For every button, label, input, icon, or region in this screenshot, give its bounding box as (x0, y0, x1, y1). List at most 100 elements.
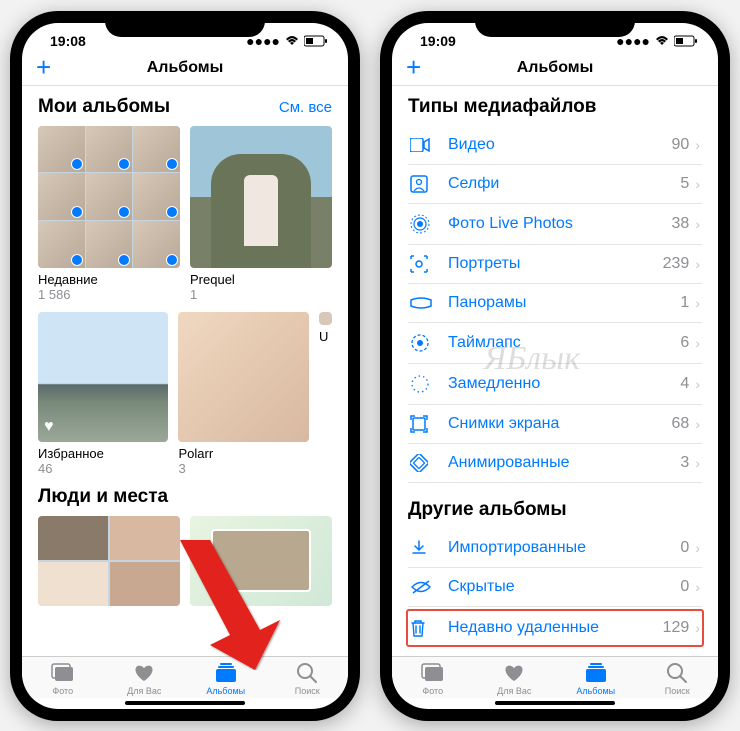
tab-albums[interactable]: Альбомы (185, 661, 267, 696)
hidden-icon (410, 580, 434, 594)
list-row-portrait[interactable]: Портреты239 › (408, 245, 702, 284)
row-label: Недавно удаленные (448, 619, 663, 637)
heart-icon: ♥ (44, 418, 54, 436)
status-time: 19:08 (50, 33, 86, 49)
foryou-icon (503, 661, 525, 685)
see-all-link[interactable]: См. все (279, 99, 332, 116)
search-icon (666, 661, 688, 685)
tab-bar: Фото Для Вас Альбомы Поиск (22, 656, 348, 698)
content-left[interactable]: Мои альбомы См. все Недавние 1 586 Prequ… (22, 86, 348, 656)
section-title: Другие альбомы (408, 499, 567, 521)
slomo-icon (410, 374, 434, 394)
album-prequel[interactable]: Prequel 1 (190, 126, 332, 302)
list-row-trash[interactable]: Недавно удаленные129 › (406, 609, 704, 647)
tab-photos[interactable]: Фото (392, 661, 474, 696)
row-count: 129 (663, 619, 690, 637)
content-right[interactable]: Типы медиафайлов Видео90›Селфи5›Фото Liv… (392, 86, 718, 656)
wifi-icon (654, 35, 670, 47)
add-button[interactable]: + (36, 52, 51, 83)
chevron-icon: › (695, 455, 700, 471)
battery-icon (674, 35, 698, 47)
row-label: Анимированные (448, 454, 680, 472)
chevron-icon: › (695, 256, 700, 272)
nav-bar: + Альбомы (392, 53, 718, 86)
row-label: Панорамы (448, 294, 680, 312)
screen-right: 19:09 ●●●● + Альбомы Типы медиафайлов Ви… (392, 23, 718, 709)
home-indicator[interactable] (495, 701, 615, 705)
list-row-selfie[interactable]: Селфи5› (408, 165, 702, 204)
section-title: Типы медиафайлов (408, 96, 596, 118)
tab-search[interactable]: Поиск (637, 661, 719, 696)
photos-icon (421, 661, 445, 685)
add-button[interactable]: + (406, 52, 421, 83)
row-count: 4 (680, 375, 689, 393)
home-indicator[interactable] (125, 701, 245, 705)
chevron-icon: › (695, 137, 700, 153)
list-row-hidden[interactable]: Скрытые0› (408, 568, 702, 607)
list-row-panorama[interactable]: Панорамы1› (408, 284, 702, 323)
album-partial[interactable]: U (319, 312, 332, 476)
row-label: Портреты (448, 255, 663, 273)
list-row-screenshot[interactable]: Снимки экрана68› (408, 405, 702, 444)
album-row-1: Недавние 1 586 Prequel 1 (38, 126, 332, 302)
list-row-animated[interactable]: Анимированные3 › (408, 444, 702, 483)
nav-title: Альбомы (147, 59, 224, 77)
album-polarr[interactable]: Polarr 3 (178, 312, 308, 476)
row-count: 5 (680, 175, 689, 193)
list-row-import[interactable]: Импортированные0› (408, 529, 702, 568)
row-count: 68 (672, 415, 690, 433)
wifi-icon (284, 35, 300, 47)
list-row-slomo[interactable]: Замедленно4› (408, 364, 702, 405)
battery-icon (304, 35, 328, 47)
photos-icon (51, 661, 75, 685)
tab-search[interactable]: Поиск (267, 661, 349, 696)
row-count: 6 (680, 334, 689, 352)
search-icon (296, 661, 318, 685)
list-row-timelapse[interactable]: Таймлапс6 › (408, 323, 702, 364)
phone-right: 19:09 ●●●● + Альбомы Типы медиафайлов Ви… (380, 11, 730, 721)
row-label: Видео (448, 136, 672, 154)
album-row-2: ♥ Избранное 46 Polarr 3 U (38, 312, 332, 476)
row-label: Таймлапс (448, 334, 680, 352)
albums-icon (214, 661, 238, 685)
tab-foryou[interactable]: Для Вас (474, 661, 556, 696)
tab-foryou[interactable]: Для Вас (104, 661, 186, 696)
chevron-icon: › (695, 335, 700, 351)
list-row-live[interactable]: Фото Live Photos38 › (408, 204, 702, 245)
foryou-icon (133, 661, 155, 685)
row-count: 3 (680, 454, 689, 472)
list-row-video[interactable]: Видео90› (408, 126, 702, 165)
places-album[interactable] (190, 516, 332, 606)
selfie-icon (410, 175, 434, 193)
chevron-icon: › (695, 176, 700, 192)
album-recents[interactable]: Недавние 1 586 (38, 126, 180, 302)
tab-bar: Фото Для Вас Альбомы Поиск (392, 656, 718, 698)
tab-photos[interactable]: Фото (22, 661, 104, 696)
row-count: 0 (680, 539, 689, 557)
album-favorites[interactable]: ♥ Избранное 46 (38, 312, 168, 476)
nav-bar: + Альбомы (22, 53, 348, 86)
section-other-albums: Другие альбомы (408, 499, 702, 521)
row-label: Фото Live Photos (448, 215, 672, 233)
tab-albums[interactable]: Альбомы (555, 661, 637, 696)
row-count: 239 (663, 255, 690, 273)
row-count: 38 (672, 215, 690, 233)
portrait-icon (410, 255, 434, 273)
video-icon (410, 138, 434, 152)
screenshot-icon (410, 415, 434, 433)
section-people-places: Люди и места (38, 486, 332, 508)
row-label: Скрытые (448, 578, 680, 596)
trash-icon (410, 619, 434, 637)
row-label: Импортированные (448, 539, 680, 557)
status-time: 19:09 (420, 33, 456, 49)
people-album[interactable] (38, 516, 180, 606)
chevron-icon: › (695, 216, 700, 232)
notch (475, 11, 635, 37)
section-media-types: Типы медиафайлов (408, 96, 702, 118)
timelapse-icon (410, 333, 434, 353)
import-icon (410, 539, 434, 557)
panorama-icon (410, 297, 434, 309)
chevron-icon: › (695, 620, 700, 636)
animated-icon (410, 454, 434, 472)
section-title: Люди и места (38, 486, 168, 508)
